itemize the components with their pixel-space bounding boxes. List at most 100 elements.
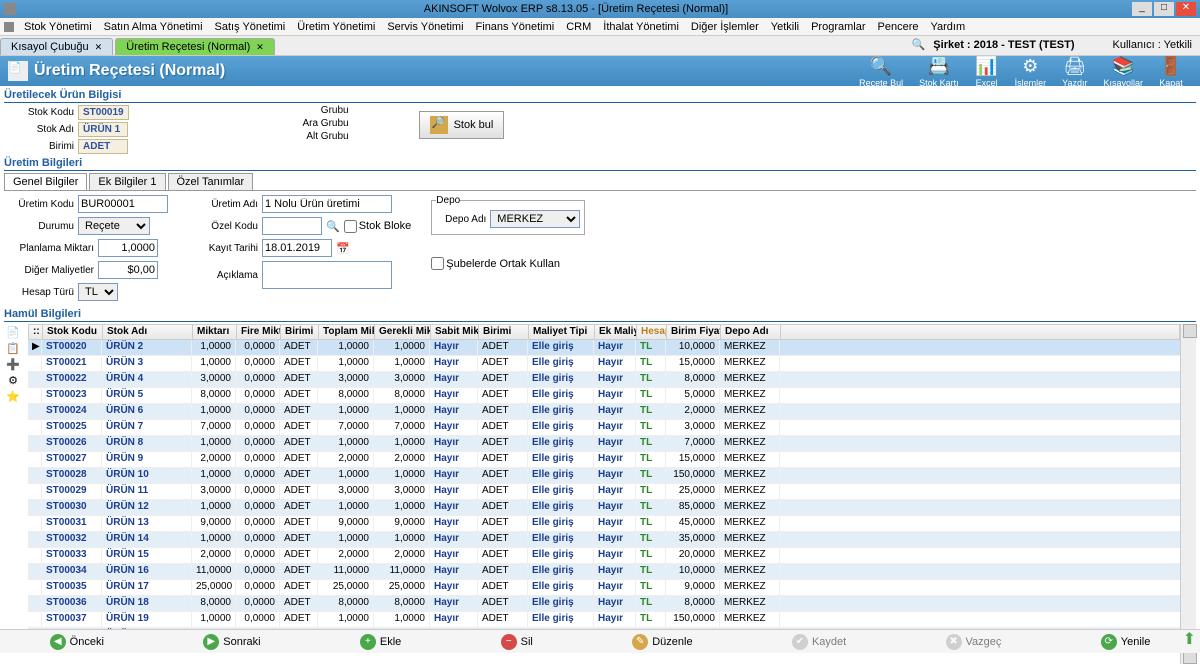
tool-gear-icon[interactable]: ⚙ <box>6 374 20 388</box>
grid-row[interactable]: ST00025ÜRÜN 77,00000,0000ADET7,00007,000… <box>28 420 1180 436</box>
tab[interactable]: Kısayol Çubuğu✕ <box>0 38 113 55</box>
toolbar-button[interactable]: 🖨Yazdır <box>1055 51 1094 91</box>
grid-row[interactable]: ST00035ÜRÜN 1725,00000,0000ADET25,000025… <box>28 580 1180 596</box>
grid-column-header[interactable]: Ek Maliyet <box>595 325 637 339</box>
grid-column-header[interactable]: Birimi <box>479 325 529 339</box>
stok-bul-button[interactable]: 🔎 Stok bul <box>419 111 505 139</box>
footer-button[interactable]: +Ekle <box>352 632 409 652</box>
planlama-input[interactable] <box>98 239 158 257</box>
close-button[interactable]: ✕ <box>1176 2 1196 16</box>
grid-column-header[interactable]: :: <box>29 325 43 339</box>
grid-column-header[interactable]: Fire Miktarı <box>237 325 281 339</box>
grid-row[interactable]: ST00030ÜRÜN 121,00000,0000ADET1,00001,00… <box>28 500 1180 516</box>
grid-row[interactable]: ST00021ÜRÜN 31,00000,0000ADET1,00001,000… <box>28 356 1180 372</box>
maximize-button[interactable]: □ <box>1154 2 1174 16</box>
menu-item[interactable]: Servis Yönetimi <box>381 20 469 34</box>
menu-item[interactable]: Üretim Yönetimi <box>291 20 381 34</box>
hesap-turu-select[interactable]: TL <box>78 283 118 301</box>
tool-add-icon[interactable]: ➕ <box>6 358 20 372</box>
grid-column-header[interactable]: Maliyet Tipi <box>529 325 595 339</box>
kayit-tarihi-input[interactable] <box>262 239 332 257</box>
grid-row[interactable]: ST00028ÜRÜN 101,00000,0000ADET1,00001,00… <box>28 468 1180 484</box>
up-arrow-icon[interactable]: ⬆ <box>1183 629 1196 649</box>
grid-column-header[interactable]: Hesap <box>637 325 667 339</box>
grid-cell: 15,0000 <box>666 452 720 467</box>
footer-button[interactable]: ◀Önceki <box>42 632 112 652</box>
uretim-kodu-input[interactable] <box>78 195 168 213</box>
vertical-scrollbar[interactable] <box>1180 324 1196 664</box>
uretim-adi-input[interactable] <box>262 195 392 213</box>
toolbar-button[interactable]: 📊Excel <box>968 51 1006 91</box>
menu-item[interactable]: Yardım <box>924 20 971 34</box>
grid-row[interactable]: ST00027ÜRÜN 92,00000,0000ADET2,00002,000… <box>28 452 1180 468</box>
footer-button[interactable]: ✎Düzenle <box>624 632 700 652</box>
tab[interactable]: Üretim Reçetesi (Normal)✕ <box>115 38 275 55</box>
toolbar-button[interactable]: ⚙İşlemler <box>1008 51 1054 91</box>
grid-column-header[interactable]: Gerekli Miktar <box>375 325 431 339</box>
subtab[interactable]: Genel Bilgiler <box>4 173 87 190</box>
grid-column-header[interactable]: Birim Fiyatı <box>667 325 721 339</box>
toolbar-button[interactable]: 🚪Kapat <box>1152 51 1190 91</box>
durumu-select[interactable]: Reçete <box>78 217 150 235</box>
grid-cell: Hayır <box>430 468 478 483</box>
grid-row[interactable]: ST00037ÜRÜN 191,00000,0000ADET1,00001,00… <box>28 612 1180 628</box>
stok-bloke-checkbox[interactable] <box>344 220 357 233</box>
menu-item[interactable]: Satın Alma Yönetimi <box>98 20 209 34</box>
menu-item[interactable]: Diğer İşlemler <box>685 20 765 34</box>
menu-item[interactable]: Satış Yönetimi <box>209 20 292 34</box>
grid-row[interactable]: ▶ST00020ÜRÜN 21,00000,0000ADET1,00001,00… <box>28 340 1180 356</box>
calendar-icon[interactable]: 📅 <box>336 242 350 255</box>
grid-row[interactable]: ST00026ÜRÜN 81,00000,0000ADET1,00001,000… <box>28 436 1180 452</box>
grid-column-header[interactable]: Depo Adı <box>721 325 781 339</box>
search-icon[interactable]: 🔍 <box>912 38 926 51</box>
menu-item[interactable]: Programlar <box>805 20 871 34</box>
grid-column-header[interactable]: Stok Kodu <box>43 325 103 339</box>
grid-row[interactable]: ST00022ÜRÜN 43,00000,0000ADET3,00003,000… <box>28 372 1180 388</box>
grid-row[interactable]: ST00033ÜRÜN 152,00000,0000ADET2,00002,00… <box>28 548 1180 564</box>
grid-row[interactable]: ST00036ÜRÜN 188,00000,0000ADET8,00008,00… <box>28 596 1180 612</box>
grid-row[interactable]: ST00032ÜRÜN 141,00000,0000ADET1,00001,00… <box>28 532 1180 548</box>
menu-item[interactable]: Finans Yönetimi <box>470 20 561 34</box>
footer-button[interactable]: ▶Sonraki <box>195 632 268 652</box>
aciklama-textarea[interactable] <box>262 261 392 289</box>
grid-row[interactable]: ST00024ÜRÜN 61,00000,0000ADET1,00001,000… <box>28 404 1180 420</box>
grid-cell: ADET <box>280 532 318 547</box>
minimize-button[interactable]: _ <box>1132 2 1152 16</box>
subtab[interactable]: Özel Tanımlar <box>168 173 254 190</box>
grid-cell: 5,0000 <box>666 388 720 403</box>
grid-column-header[interactable]: Miktarı <box>193 325 237 339</box>
grid-cell: 25,0000 <box>374 580 430 595</box>
menu-item[interactable]: İthalat Yönetimi <box>597 20 685 34</box>
grid-cell: Hayır <box>594 468 636 483</box>
tool-star-icon[interactable]: ⭐ <box>6 390 20 404</box>
grid-row[interactable]: ST00034ÜRÜN 1611,00000,0000ADET11,000011… <box>28 564 1180 580</box>
menu-item[interactable]: Stok Yönetimi <box>18 20 98 34</box>
grid-column-header[interactable]: Birimi <box>281 325 319 339</box>
diger-maliyet-input[interactable] <box>98 261 158 279</box>
grid-column-header[interactable]: Toplam Miktar <box>319 325 375 339</box>
tool-doc-icon[interactable]: 📄 <box>6 326 20 340</box>
depo-adi-select[interactable]: MERKEZ <box>490 210 580 228</box>
grid-cell: Hayır <box>594 420 636 435</box>
menu-item[interactable]: Yetkili <box>765 20 805 34</box>
ozel-kodu-lookup-icon[interactable]: 🔍 <box>326 220 340 233</box>
footer-button[interactable]: ⟳Yenile <box>1093 632 1159 652</box>
footer-button[interactable]: −Sil <box>493 632 541 652</box>
subtab[interactable]: Ek Bilgiler 1 <box>89 173 165 190</box>
menu-item[interactable]: CRM <box>560 20 597 34</box>
footer-button-icon: ✎ <box>632 634 648 650</box>
tab-close-icon[interactable]: ✕ <box>95 42 103 52</box>
toolbar-button[interactable]: 📚Kısayollar <box>1096 51 1150 91</box>
grid-row[interactable]: ST00023ÜRÜN 58,00000,0000ADET8,00008,000… <box>28 388 1180 404</box>
tab-close-icon[interactable]: ✕ <box>256 42 264 52</box>
tool-copy-icon[interactable]: 📋 <box>6 342 20 356</box>
subelerde-checkbox[interactable] <box>431 257 444 270</box>
toolbar-button[interactable]: 📇Stok Kartı <box>912 51 966 91</box>
grid-row[interactable]: ST00029ÜRÜN 113,00000,0000ADET3,00003,00… <box>28 484 1180 500</box>
toolbar-button[interactable]: 🔍Reçete Bul <box>852 51 910 91</box>
menu-item[interactable]: Pencere <box>872 20 925 34</box>
ozel-kodu-input[interactable] <box>262 217 322 235</box>
grid-column-header[interactable]: Stok Adı <box>103 325 193 339</box>
grid-column-header[interactable]: Sabit Miktar <box>431 325 479 339</box>
grid-row[interactable]: ST00031ÜRÜN 139,00000,0000ADET9,00009,00… <box>28 516 1180 532</box>
